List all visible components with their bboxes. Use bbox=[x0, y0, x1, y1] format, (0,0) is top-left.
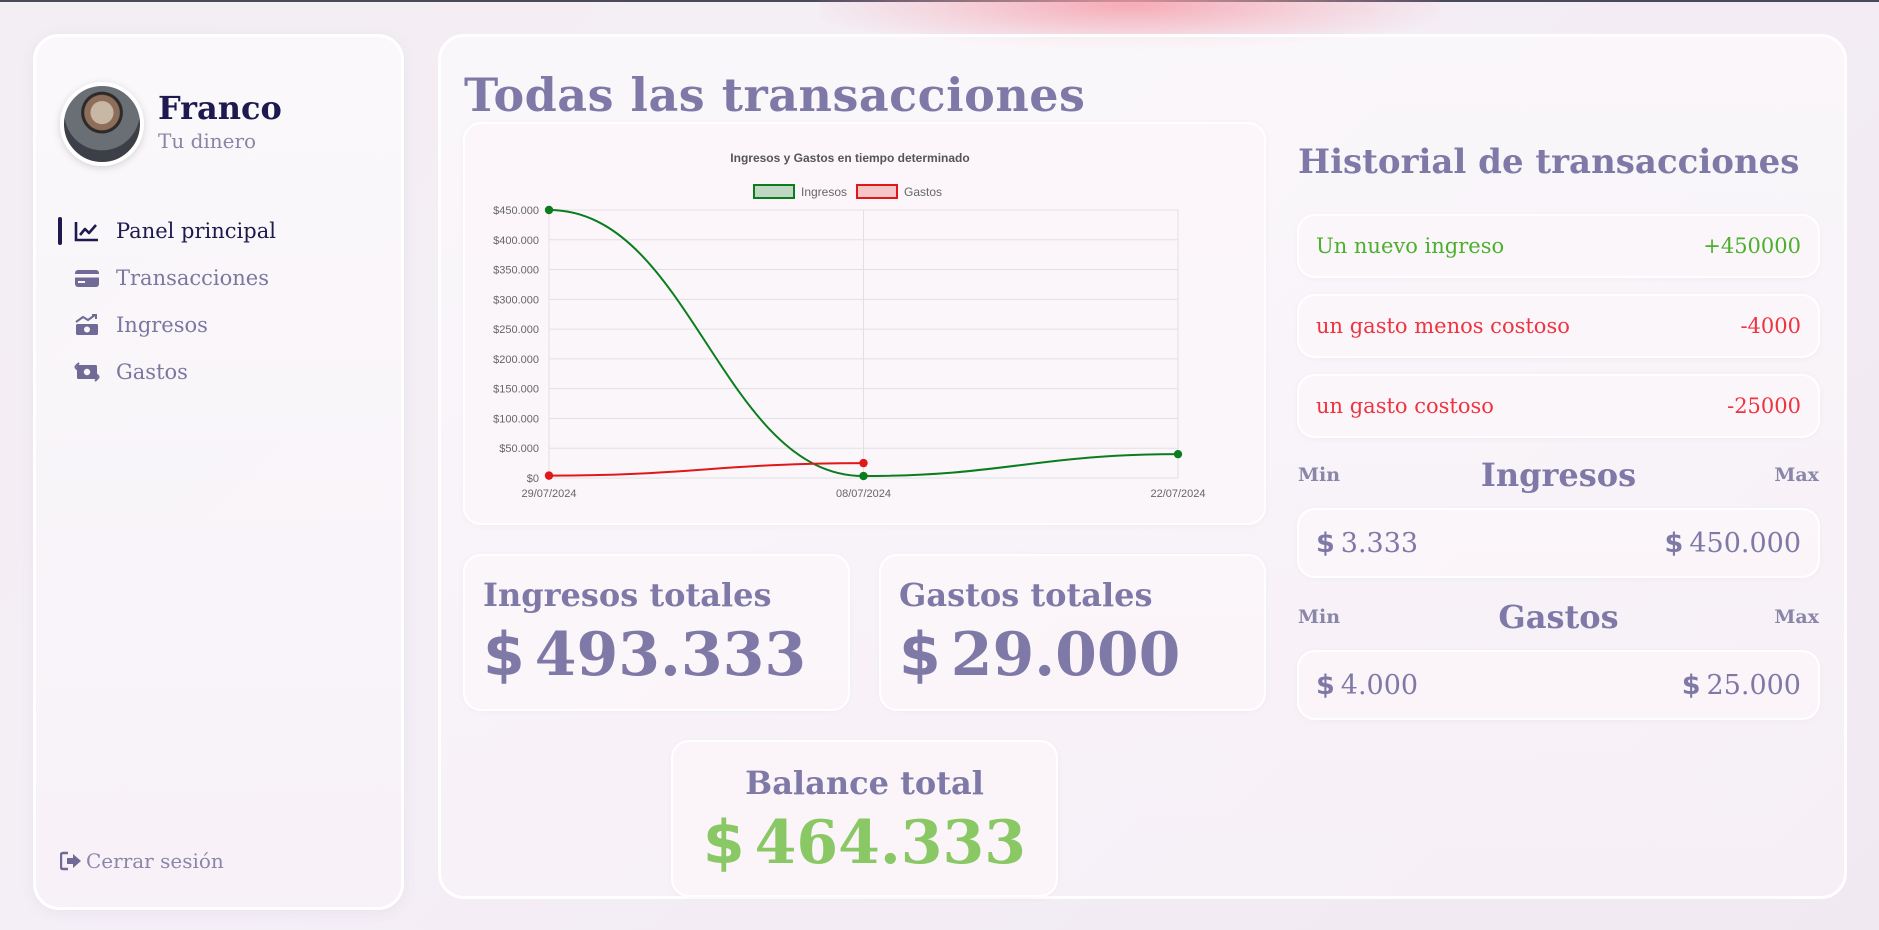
page-title: Todas las transacciones bbox=[464, 68, 1086, 122]
dollar-sign-icon: $ bbox=[1316, 669, 1335, 701]
chart-legend: Ingresos Gastos bbox=[753, 184, 942, 199]
dollar-sign-icon: $ bbox=[899, 620, 941, 690]
ingresos-min-amount: 3.333 bbox=[1340, 527, 1419, 559]
chart-card: Ingresos y Gastos en tiempo determinado … bbox=[463, 122, 1266, 525]
ingresos-range-card: $3.333 $450.000 bbox=[1297, 508, 1820, 578]
data-point-ingresos bbox=[859, 471, 868, 481]
y-tick-label: $200.000 bbox=[493, 354, 539, 366]
transaction-description: un gasto costoso bbox=[1316, 394, 1494, 418]
transaction-item[interactable]: Un nuevo ingreso +450000 bbox=[1297, 214, 1820, 278]
sidebar-item-label: Panel principal bbox=[116, 218, 276, 243]
data-point-gastos bbox=[859, 458, 868, 468]
transaction-amount: -25000 bbox=[1727, 394, 1801, 418]
gastos-range-card: $4.000 $25.000 bbox=[1297, 650, 1820, 720]
avatar bbox=[60, 82, 144, 166]
user-name: Franco bbox=[158, 89, 282, 127]
dollar-sign-icon: $ bbox=[1664, 527, 1684, 559]
sidebar-item-label: Ingresos bbox=[116, 312, 208, 337]
dollar-sign-icon: $ bbox=[483, 620, 525, 690]
x-tick-label: 29/07/2024 bbox=[521, 488, 576, 500]
balance-total-value: $464.333 bbox=[673, 808, 1056, 878]
dollar-sign-icon: $ bbox=[1681, 669, 1701, 701]
transaction-description: Un nuevo ingreso bbox=[1316, 234, 1505, 258]
sidebar: Franco Tu dinero Panel principal Transac… bbox=[33, 34, 404, 910]
ingresos-range-header: Min Ingresos Max bbox=[1298, 454, 1819, 494]
data-point-ingresos bbox=[544, 205, 554, 215]
y-tick-label: $400.000 bbox=[493, 235, 539, 247]
gastos-max-value: $25.000 bbox=[1682, 670, 1801, 701]
sidebar-item-label: Gastos bbox=[116, 359, 188, 384]
sidebar-item-gastos[interactable]: Gastos bbox=[36, 348, 401, 395]
chart-grid: $450.000 $400.000 $350.000 $300.000 $250.000… bbox=[493, 205, 1205, 500]
balance-total-title: Balance total bbox=[745, 764, 984, 802]
gastos-totales-title: Gastos totales bbox=[899, 576, 1153, 614]
gastos-min-value: $4.000 bbox=[1316, 670, 1418, 701]
sidebar-item-label: Transacciones bbox=[116, 265, 269, 290]
money-bill-transfer-icon bbox=[74, 361, 100, 383]
sidebar-item-transacciones[interactable]: Transacciones bbox=[36, 254, 401, 301]
y-tick-label: $100.000 bbox=[493, 413, 539, 425]
sidebar-nav: Panel principal Transacciones Ingresos G… bbox=[36, 207, 401, 395]
y-tick-label: $250.000 bbox=[493, 324, 539, 336]
ingresos-min-value: $3.333 bbox=[1316, 528, 1418, 559]
historial-title: Historial de transacciones bbox=[1298, 142, 1800, 182]
gastos-totales-value: $29.000 bbox=[899, 620, 1180, 690]
logout-label: Cerrar sesión bbox=[86, 849, 224, 873]
legend-label: Ingresos bbox=[801, 185, 847, 199]
legend-swatch-gastos bbox=[856, 184, 898, 199]
legend-label: Gastos bbox=[904, 185, 942, 199]
user-subtitle: Tu dinero bbox=[158, 129, 257, 153]
chart-line-icon bbox=[74, 220, 100, 242]
max-label: Max bbox=[1774, 606, 1819, 628]
sign-out-icon bbox=[59, 851, 82, 871]
gastos-totales-card: Gastos totales $29.000 bbox=[879, 554, 1266, 711]
transaction-description: un gasto menos costoso bbox=[1316, 314, 1570, 338]
money-bill-trend-up-icon bbox=[74, 313, 100, 336]
y-tick-label: $350.000 bbox=[493, 265, 539, 277]
dollar-sign-icon: $ bbox=[1316, 527, 1335, 559]
ingresos-totales-card: Ingresos totales $493.333 bbox=[463, 554, 850, 711]
balance-total-card: Balance total $464.333 bbox=[671, 740, 1058, 897]
transaction-amount: -4000 bbox=[1740, 314, 1801, 338]
x-tick-label: 22/07/2024 bbox=[1150, 488, 1205, 500]
logout-button[interactable]: Cerrar sesión bbox=[59, 849, 224, 873]
gastos-max-amount: 25.000 bbox=[1706, 669, 1801, 701]
max-label: Max bbox=[1774, 464, 1819, 486]
ingresos-totales-title: Ingresos totales bbox=[483, 576, 772, 614]
gastos-range-title: Gastos bbox=[1498, 598, 1619, 636]
dollar-sign-icon: $ bbox=[702, 808, 745, 878]
y-tick-label: $0 bbox=[527, 473, 539, 485]
line-chart: Ingresos y Gastos en tiempo determinado … bbox=[493, 151, 1205, 500]
transaction-item[interactable]: un gasto menos costoso -4000 bbox=[1297, 294, 1820, 358]
transaction-amount: +450000 bbox=[1703, 234, 1801, 258]
ingresos-max-amount: 450.000 bbox=[1689, 527, 1801, 559]
ingresos-range-title: Ingresos bbox=[1480, 456, 1637, 494]
y-tick-label: $450.000 bbox=[493, 205, 539, 217]
gastos-min-amount: 4.000 bbox=[1340, 669, 1419, 701]
sidebar-item-panel-principal[interactable]: Panel principal bbox=[36, 207, 401, 254]
data-point-gastos bbox=[544, 471, 554, 480]
transaction-item[interactable]: un gasto costoso -25000 bbox=[1297, 374, 1820, 438]
x-tick-label: 08/07/2024 bbox=[836, 488, 891, 500]
y-tick-label: $300.000 bbox=[493, 294, 539, 306]
ingresos-totales-value: $493.333 bbox=[483, 620, 806, 690]
y-tick-label: $150.000 bbox=[493, 384, 539, 396]
credit-card-icon bbox=[74, 267, 100, 289]
sidebar-item-ingresos[interactable]: Ingresos bbox=[36, 301, 401, 348]
gastos-totales-amount: 29.000 bbox=[950, 620, 1181, 690]
balance-total-amount: 464.333 bbox=[754, 808, 1027, 878]
y-tick-label: $50.000 bbox=[499, 443, 539, 455]
ingresos-max-value: $450.000 bbox=[1665, 528, 1801, 559]
chart-title: Ingresos y Gastos en tiempo determinado bbox=[730, 151, 969, 165]
gastos-range-header: Min Gastos Max bbox=[1298, 596, 1819, 636]
data-point-ingresos bbox=[1173, 449, 1183, 459]
legend-swatch-ingresos bbox=[753, 184, 795, 199]
ingresos-totales-amount: 493.333 bbox=[534, 620, 807, 690]
